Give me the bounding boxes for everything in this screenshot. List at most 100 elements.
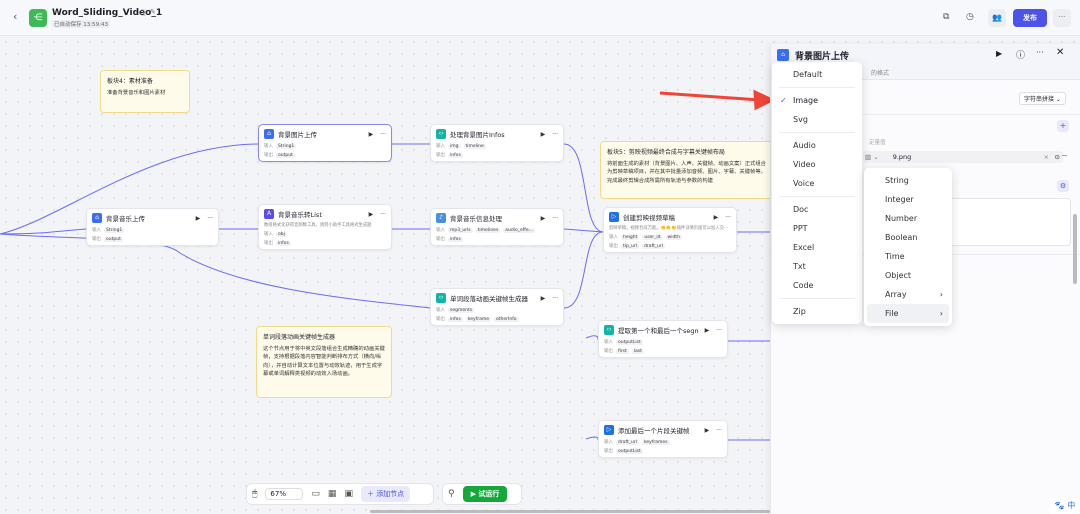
file-value-input[interactable]: ▨ ⌄ 9.png × ⊙ [863, 151, 1063, 163]
menu-item-file[interactable]: File › [867, 304, 949, 323]
node-add-last-keyframe[interactable]: ▷ 添加最后一个片段关键帧 ▶ ··· 输入 draft_url keyframes 输出… [598, 420, 728, 458]
settings-icon[interactable]: ⚙ [1057, 180, 1069, 192]
menu-item-boolean[interactable]: Boolean [867, 228, 949, 247]
mouse-mode-icon[interactable]: 🖱 [252, 489, 257, 499]
note-section4[interactable]: 板块4：素材准备 准备背景音乐和图片素材 [100, 70, 190, 113]
edge [585, 436, 599, 441]
param-tag: keyframe [465, 316, 492, 322]
help-icon[interactable]: ⓘ [1016, 48, 1025, 61]
field-label: 定量值 [869, 140, 886, 146]
menu-item-number[interactable]: Number [867, 209, 949, 228]
node-more-icon[interactable]: ··· [207, 215, 213, 222]
node-title: 创建剪映视频草稿 [623, 214, 675, 222]
test-run-button[interactable]: ▶ 试运行 [462, 486, 508, 502]
param-tag: draft_url [616, 439, 639, 445]
node-bg-music-to-list[interactable]: A 背景音乐转List ▶ ··· 数组格式化获得音频数工具，请到小助手工具格式生成题… [258, 204, 392, 250]
menu-item-label: File [885, 309, 899, 318]
add-param-button[interactable]: + [1057, 120, 1069, 132]
menu-item-image[interactable]: ✓ Image [775, 91, 859, 110]
menu-item-video[interactable]: Video [775, 155, 859, 174]
menu-item-integer[interactable]: Integer [867, 190, 949, 209]
menu-item-default[interactable]: Default [775, 65, 859, 84]
horizontal-scrollbar[interactable] [370, 510, 770, 513]
node-process-bg-image-infos[interactable]: ‹› 处理背景图片Infos ▶ ··· 输入 img timeline 输出 infos [430, 124, 564, 162]
node-more-icon[interactable]: ··· [716, 327, 722, 334]
zoom-select[interactable]: 67% [265, 488, 304, 500]
run-node-icon[interactable]: ▶ [705, 427, 710, 434]
menu-item-txt[interactable]: Txt [775, 257, 859, 276]
mode-select-value: 字符串拼接 [1024, 96, 1055, 103]
node-create-draft[interactable]: ▷ 创建剪映视频草稿 ▶ ··· 剪映草稿，视频合成万能。👏👏👏插件详情页面可以加入交… [603, 207, 737, 253]
run-node-icon[interactable]: ▶ [996, 49, 1002, 58]
node-more-icon[interactable]: ··· [552, 131, 558, 138]
input-label: 输入 [604, 440, 613, 445]
node-title: 添加最后一个片段关键帧 [618, 427, 690, 435]
menu-item-object[interactable]: Object [867, 266, 949, 285]
menu-item-audio[interactable]: Audio [775, 136, 859, 155]
add-node-label: 添加节点 [376, 490, 405, 498]
menu-item-svg[interactable]: Svg [775, 110, 859, 129]
menu-item-string[interactable]: String [867, 171, 949, 190]
note-keyframe-generator[interactable]: 单词段落动画关键帧生成器 这个节点用于将中英文段落组合生成精确的动画关键帧，支持根… [256, 326, 392, 398]
output-label: 输出 [604, 349, 613, 354]
minimap-icon[interactable]: ▣ [344, 489, 353, 499]
panel-more-icon[interactable]: ··· [1036, 48, 1044, 57]
add-node-button[interactable]: ＋ 添加节点 [360, 486, 411, 502]
run-node-icon[interactable]: ▶ [541, 215, 546, 222]
reference-icon[interactable]: ⊙ [1055, 151, 1060, 163]
input-label: 输入 [436, 228, 445, 233]
image-type-icon[interactable]: ▨ ⌄ [865, 153, 879, 161]
run-node-icon[interactable]: ▶ [196, 215, 201, 222]
panel-scrollbar[interactable] [1073, 214, 1077, 284]
node-keyframe-generator[interactable]: ‹› 单词段落动画关键帧生成器 ▶ ··· 输入 segments 输出 infos key… [430, 288, 564, 326]
param-tag: infos [448, 236, 463, 242]
node-more-icon[interactable]: ··· [552, 295, 558, 302]
close-icon[interactable]: ✕ [1056, 47, 1064, 58]
param-tag: infos [276, 240, 291, 246]
debug-icon[interactable]: ⚲ [448, 489, 455, 499]
node-bg-music-info-process[interactable]: ♪ 背景音乐信息处理 ▶ ··· 输入 mp3_urls timelines audio_e… [430, 208, 564, 246]
layout-icon[interactable]: ▦ [328, 489, 337, 499]
run-node-icon[interactable]: ▶ [705, 327, 710, 334]
note-section5[interactable]: 板块5：剪映视频最终合成与字幕关键帧布局 将前面生成的素材（背景图片、人声、关键帧… [600, 141, 775, 199]
output-label: 输出 [92, 237, 101, 242]
menu-item-time[interactable]: Time [867, 247, 949, 266]
menu-item-ppt[interactable]: PPT [775, 219, 859, 238]
node-more-icon[interactable]: ··· [380, 131, 386, 138]
ime-indicator[interactable]: 🐾 中 [1050, 498, 1080, 514]
input-label: 输入 [92, 228, 101, 233]
mode-select[interactable]: 字符串拼接 ⌄ [1019, 92, 1066, 105]
code-icon: ‹› [436, 129, 446, 139]
menu-item-excel[interactable]: Excel [775, 238, 859, 257]
node-more-icon[interactable]: ··· [552, 215, 558, 222]
run-node-icon[interactable]: ▶ [369, 131, 374, 138]
variable-type-menu: String Integer Number Boolean Time Objec… [864, 168, 952, 326]
node-bg-image-upload[interactable]: ⌂ 背景图片上传 ▶ ··· 输入 String1 输出 output [258, 124, 392, 162]
remove-param-icon[interactable]: − [1061, 151, 1068, 160]
node-more-icon[interactable]: ··· [725, 214, 731, 221]
chevron-right-icon: › [939, 309, 943, 318]
param-tag: height [621, 234, 640, 240]
menu-item-voice[interactable]: Voice [775, 174, 859, 193]
node-more-icon[interactable]: ··· [380, 211, 386, 218]
clear-icon[interactable]: × [1044, 151, 1049, 163]
node-title: 背景图片上传 [278, 131, 317, 139]
node-extract-first-last[interactable]: ‹›提取第一个和最后一个segment···▶··· 输入outputList … [598, 320, 728, 358]
param-tag: output [104, 236, 123, 242]
node-more-icon[interactable]: ··· [716, 427, 722, 434]
menu-item-doc[interactable]: Doc [775, 200, 859, 219]
run-node-icon[interactable]: ▶ [369, 211, 374, 218]
node-title: 处理背景图片Infos [450, 131, 505, 139]
menu-item-array[interactable]: Array › [867, 285, 949, 304]
node-bg-music-upload[interactable]: ⌂ 背景音乐上传 ▶ ··· 输入 String1 输出 output [86, 208, 219, 246]
plugin-icon: ⌂ [92, 213, 102, 223]
param-tag: last [631, 348, 644, 354]
param-tag: width [665, 234, 682, 240]
run-node-icon[interactable]: ▶ [714, 214, 719, 221]
comment-icon[interactable]: ▭ [311, 489, 320, 499]
run-node-icon[interactable]: ▶ [541, 295, 546, 302]
menu-item-zip[interactable]: Zip [775, 302, 859, 321]
plugin-icon: ⌂ [264, 129, 274, 139]
menu-item-code[interactable]: Code [775, 276, 859, 295]
run-node-icon[interactable]: ▶ [541, 131, 546, 138]
